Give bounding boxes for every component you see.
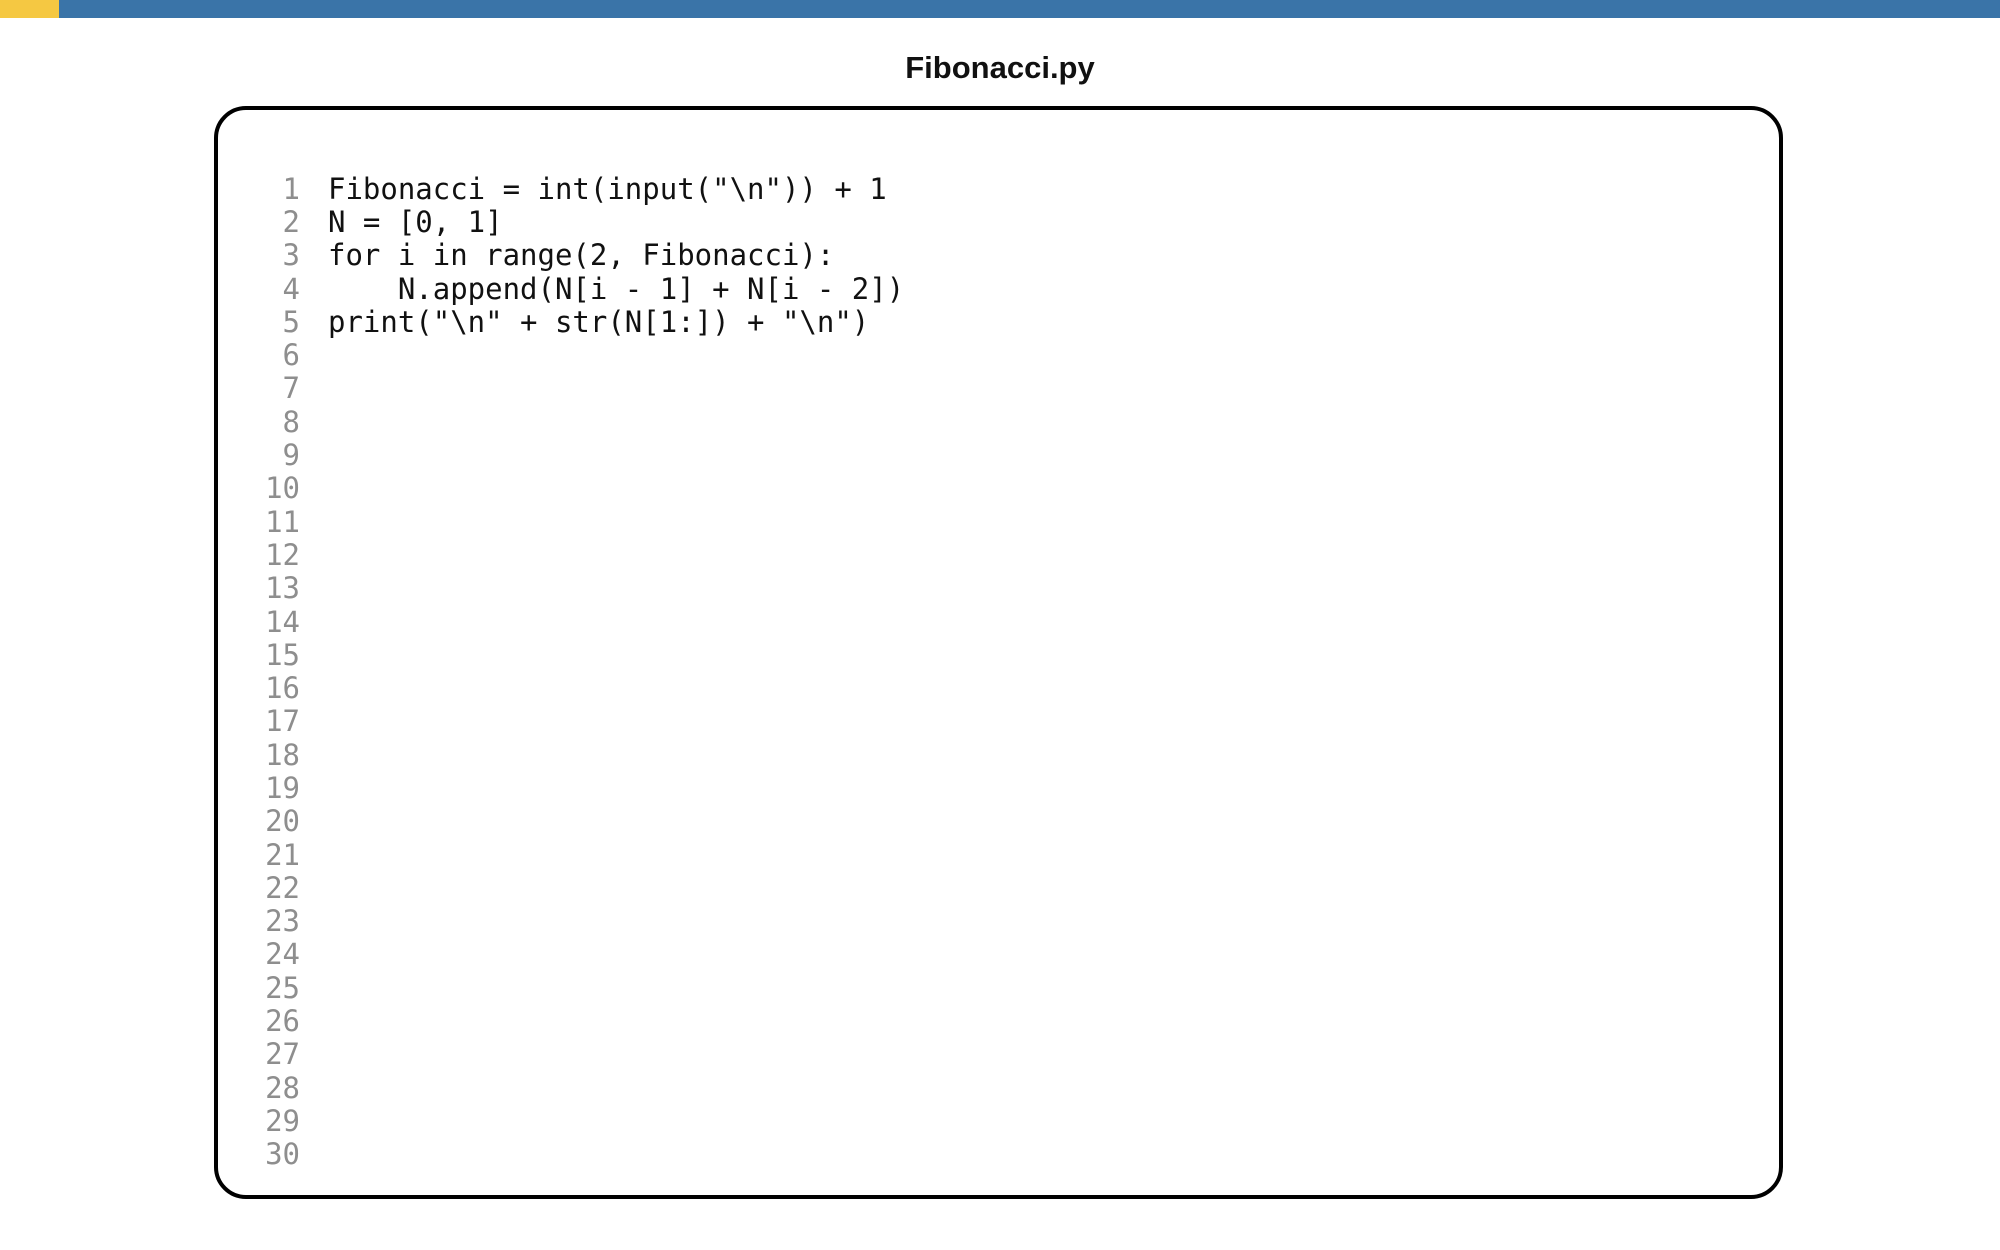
line-code[interactable]: Fibonacci = int(input("\n")) + 1 [300,172,887,206]
line-number: 28 [265,1070,300,1105]
line-code[interactable]: print("\n" + str(N[1:]) + "\n") [300,305,869,339]
code-lines[interactable]: 1 Fibonacci = int(input("\n")) + 12N = [0… [238,171,1759,1172]
code-line[interactable]: 5 print("\n" + str(N[1:]) + "\n") [238,304,1759,339]
code-line[interactable]: 21 [238,837,1759,872]
line-number: 18 [265,737,300,772]
code-line[interactable]: 30 [238,1137,1759,1172]
code-line[interactable]: 8 [238,404,1759,439]
code-line[interactable]: 14 [238,604,1759,639]
code-line[interactable]: 29 [238,1103,1759,1138]
line-number: 24 [265,937,300,972]
code-line[interactable]: 4 N.append(N[i - 1] + N[i - 2]) [238,271,1759,306]
line-number: 6 [282,338,300,373]
line-number: 23 [265,904,300,939]
line-number: 9 [282,438,300,473]
line-number: 11 [265,504,300,539]
line-code[interactable]: N = [0, 1] [300,205,503,239]
line-number: 16 [265,671,300,706]
line-number: 8 [282,404,300,439]
line-number: 29 [265,1103,300,1138]
code-line[interactable]: 6 [238,338,1759,373]
line-number: 13 [265,571,300,606]
line-number: 25 [265,970,300,1005]
line-number: 2 [282,204,300,239]
code-line[interactable]: 19 [238,771,1759,805]
code-line[interactable]: 27 [238,1037,1759,1072]
code-line[interactable]: 1 Fibonacci = int(input("\n")) + 1 [238,171,1759,206]
line-code[interactable]: N.append(N[i - 1] + N[i - 2]) [300,272,904,306]
code-line[interactable]: 28 [238,1070,1759,1105]
line-number: 1 [282,171,300,206]
code-line[interactable]: 18 [238,737,1759,772]
code-line[interactable]: 9 [238,438,1759,473]
code-line[interactable]: 10 [238,471,1759,506]
line-number: 12 [265,537,300,572]
line-number: 5 [282,304,300,339]
line-number: 15 [265,637,300,672]
code-line[interactable]: 16 [238,671,1759,706]
line-number: 26 [265,1004,300,1039]
code-line[interactable]: 25 [238,970,1759,1005]
line-number: 14 [265,604,300,639]
line-number: 7 [282,371,300,406]
top-bar [0,0,2000,18]
line-number: 4 [282,271,300,306]
line-number: 22 [265,870,300,905]
code-line[interactable]: 2N = [0, 1] [238,204,1759,239]
file-title: Fibonacci.py [905,50,1095,85]
top-bar-accent [0,0,59,18]
line-code[interactable]: for i in range(2, Fibonacci): [300,238,834,272]
line-number: 19 [265,771,300,805]
code-line[interactable]: 15 [238,637,1759,672]
line-number: 17 [265,704,300,739]
code-line[interactable]: 20 [238,804,1759,839]
code-line[interactable]: 26 [238,1004,1759,1039]
code-editor[interactable]: 1 Fibonacci = int(input("\n")) + 12N = [0… [214,106,1783,1199]
line-number: 27 [265,1037,300,1072]
line-number: 20 [265,804,300,839]
code-line[interactable]: 24 [238,937,1759,972]
code-line[interactable]: 22 [238,870,1759,905]
code-line[interactable]: 7 [238,371,1759,406]
code-line[interactable]: 12 [238,537,1759,572]
line-number: 21 [265,837,300,872]
line-number: 10 [265,471,300,506]
line-number: 3 [282,238,300,273]
code-line[interactable]: 3 for i in range(2, Fibonacci): [238,238,1759,273]
code-line[interactable]: 13 [238,571,1759,606]
code-line[interactable]: 17 [238,704,1759,739]
line-number: 30 [265,1137,300,1172]
code-line[interactable]: 11 [238,504,1759,539]
code-line[interactable]: 23 [238,904,1759,939]
